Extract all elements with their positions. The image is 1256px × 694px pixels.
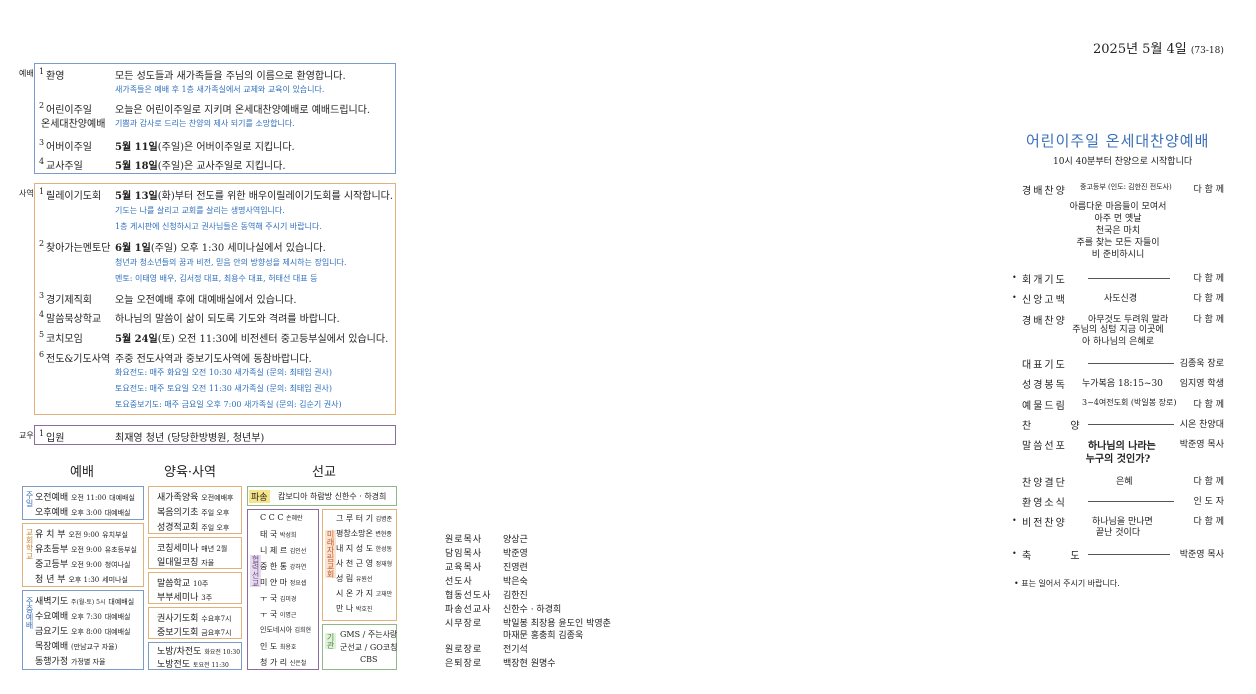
program-row: 찬 양 시온 찬양대 <box>1022 420 1224 432</box>
schedule-head-worship: 예배 <box>70 465 94 480</box>
program-row: 환영소식 인 도 자 <box>1022 497 1224 509</box>
announcement-item: 2 어린이주일 온세대찬양예배 오늘은 어린이주일로 지키며 온세대찬양예배로 … <box>39 101 371 130</box>
section-label-worship: 예배 <box>19 69 34 78</box>
staff-row: 선도사 박은숙 <box>445 577 528 587</box>
section-label-fellowship: 교우 <box>19 431 34 440</box>
program-row: • 축 도 박준영 목사 <box>1012 549 1224 562</box>
program-row: 예물드림 3~4여전도회 (박일봉 장로) 다 함 께 <box>1022 398 1224 412</box>
nurture-box-4: 권사기도회 수요후7시 중보기도회 금요후7시 <box>148 607 242 639</box>
program-subtitle: 10시 40분부터 찬양으로 시작합니다 <box>1053 157 1193 167</box>
worship-song-list-2: 주님의 싱텅 지금 이곳에 아 하나님의 은혜로 <box>1072 325 1164 347</box>
sunday-worship-box: 주일 오전예배 오전 11:00 대예배실 오후예배 오후 3:00 대예배실 <box>22 486 144 520</box>
section-label-mission: 사역 <box>19 189 34 198</box>
schedule-head-nurture: 양육·사역 <box>164 465 216 480</box>
schedule-row: 중고등부 오전 9:00 청여나실 <box>35 560 131 570</box>
program-row: 말씀선포 하나님의 나라는 박준영 목사 <box>1022 440 1224 452</box>
sermon-title-line2: 누구의 것인가? <box>1085 454 1151 465</box>
nurture-box-3: 말씀학교 10주 부부세미나 3주 <box>148 572 242 604</box>
bulletin-date: 2025년 5월 4일 (73-18) <box>1093 38 1224 57</box>
program-row: 찬양결단 은혜 다 함 께 <box>1022 477 1224 489</box>
staff-row: 교육목사 진영련 <box>445 563 528 573</box>
nurture-box-1: 새가족양육 오전예배후 복음의기초 주일 오후 성경적교회 주일 오후 <box>148 486 242 534</box>
staff-row: 원로장로 전기석 <box>445 645 528 655</box>
nurture-box-2: 코칭세미나 매년 2월 일대일코칭 자율 <box>148 537 242 569</box>
schedule-row: 금요기도 오후 8:00 대예배실 <box>35 627 131 637</box>
staff-row: 협동선도사 김한진 <box>445 591 528 601</box>
staff-row: 마재문 홍충희 김종욱 <box>503 631 584 641</box>
announcement-item: 3 어버이주일 5월 11일(주일)은 어버이주일로 지킵니다. <box>39 138 295 153</box>
church-school-box: 교회학교 유 치 부 오전 9:00 유치부실 유초등부 오전 9:00 유초등… <box>22 523 144 587</box>
schedule-row: 목장예배 (만남교구 자율) <box>35 642 118 652</box>
worship-song-list: 아름다운 마음들이 모여서 아주 먼 옛날 천국은 마치 주를 찾는 모든 자들이 비 … <box>1069 202 1167 260</box>
staff-row: 파송선교사 신한수 · 하경희 <box>445 605 562 615</box>
partner-missions-box: 협력선교 C C C 손혜란 태 국 박성희 니 제 르 김인선 중 한 통 강… <box>247 509 319 670</box>
program-row: • 회개기도 다 함 께 <box>1012 273 1224 286</box>
program-row: 경배찬양 중고등부 (인도: 김한진 전도사) 다 함 께 <box>1022 183 1224 197</box>
announcement-item: 4 교사주일 5월 18일(주일)은 교사주일로 지킵니다. <box>39 157 286 172</box>
schedule-row: 수요예배 오후 7:30 대예배실 <box>35 612 131 622</box>
mission-announcements: 1 릴레이기도회 5월 13일(화)부터 전도를 위한 배우이릴레이기도회를 시… <box>34 183 396 415</box>
staff-row: 원로목사 양상근 <box>445 535 528 545</box>
nurture-box-5: 노방/차전도 화요전 10:30 노방전도 토요전 11:30 <box>148 642 242 670</box>
staff-row: 은퇴장로 백장현 원명수 <box>445 659 556 669</box>
schedule-row: 유초등부 오전 9:00 유초등부실 <box>35 545 137 555</box>
announcement-item: 1 환영 모든 성도들과 새가족들을 주님의 이름으로 환영합니다. 새가족들은… <box>39 67 346 94</box>
vision-song-line2: 끝난 것이다 <box>1095 528 1141 538</box>
schedule-row: 동행가정 가정별 자율 <box>35 657 106 667</box>
program-row: • 비전찬양 하나님을 만나면 다 함 께 <box>1012 516 1224 529</box>
program-row: • 신앙고백 사도신경 다 함 께 <box>1012 293 1224 306</box>
organizations-box: 기관 GMS / 주는사랑 군선교 / GO코칭 CBS <box>322 624 398 670</box>
schedule-row: 오전예배 오전 11:00 대예배실 <box>35 493 135 503</box>
standing-note: • 표는 일어서 주시기 바랍니다. <box>1014 579 1120 588</box>
schedule-row: 유 치 부 오전 9:00 유치부실 <box>35 530 128 540</box>
schedule-row: 오후예배 오후 3:00 대예배실 <box>35 508 131 518</box>
schedule-row: 청 년 부 오후 1:30 세미나실 <box>35 575 128 585</box>
dispatch-box: 파송 캄보디아 하람방 신한수 · 하경희 <box>247 486 397 506</box>
program-title: 어린이주일 온세대찬양예배 <box>1026 132 1210 150</box>
program-row: 성경봉독 누가복음 18:15~30 임지영 학생 <box>1022 379 1224 391</box>
worship-announcements: 1 환영 모든 성도들과 새가족들을 주님의 이름으로 환영합니다. 새가족들은… <box>34 63 396 174</box>
program-row: 대표기도 김종욱 장로 <box>1022 359 1224 371</box>
self-reliant-church-box: 미래자립교회 그 루 터 기 김병준 평창소망온 변현종 내 지 성 도 한성동… <box>322 509 397 621</box>
staff-row: 담임목사 박준영 <box>445 549 528 559</box>
issue-number: (73-18) <box>1190 46 1224 56</box>
date-main: 2025년 5월 4일 <box>1093 42 1187 57</box>
schedule-head-missions: 선교 <box>312 465 336 480</box>
schedule-row: 새벽기도 주(월-토) 5시 대예배실 <box>35 597 135 607</box>
fellowship-announcements: 1 입원 최재영 청년 (당당한방병원, 청년부) <box>34 425 396 445</box>
weekday-worship-box: 주중예배 새벽기도 주(월-토) 5시 대예배실 수요예배 오후 7:30 대예… <box>22 590 144 670</box>
